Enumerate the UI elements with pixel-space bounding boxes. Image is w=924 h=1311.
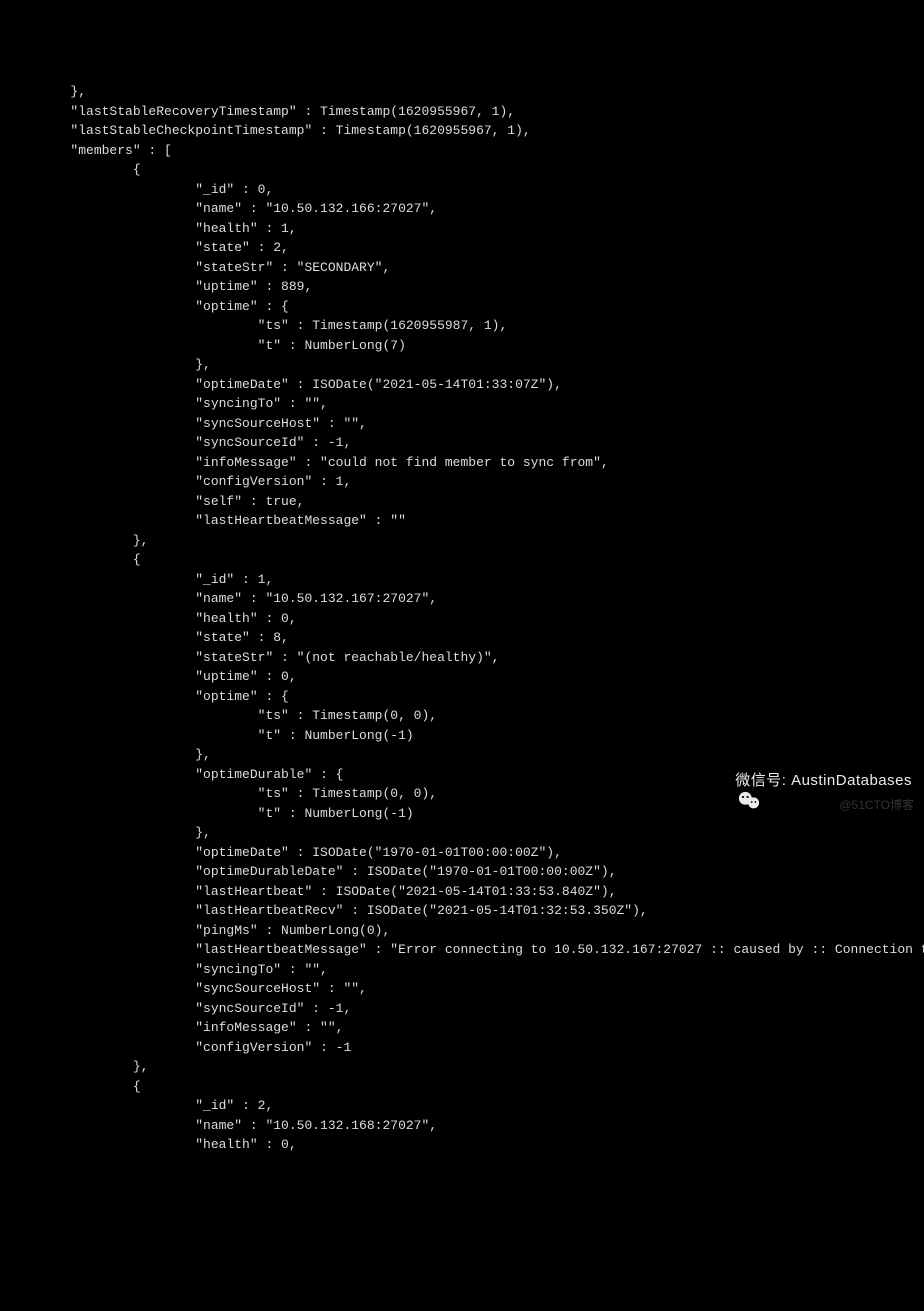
terminal-output[interactable]: }, "lastStableRecoveryTimestamp" : Times… [8,82,916,1155]
wechat-label: 微信号: AustinDatabases [735,770,912,793]
blog-watermark: @51CTO博客 [839,796,914,814]
wechat-icon [707,772,729,790]
wechat-watermark: 微信号: AustinDatabases [707,770,912,793]
